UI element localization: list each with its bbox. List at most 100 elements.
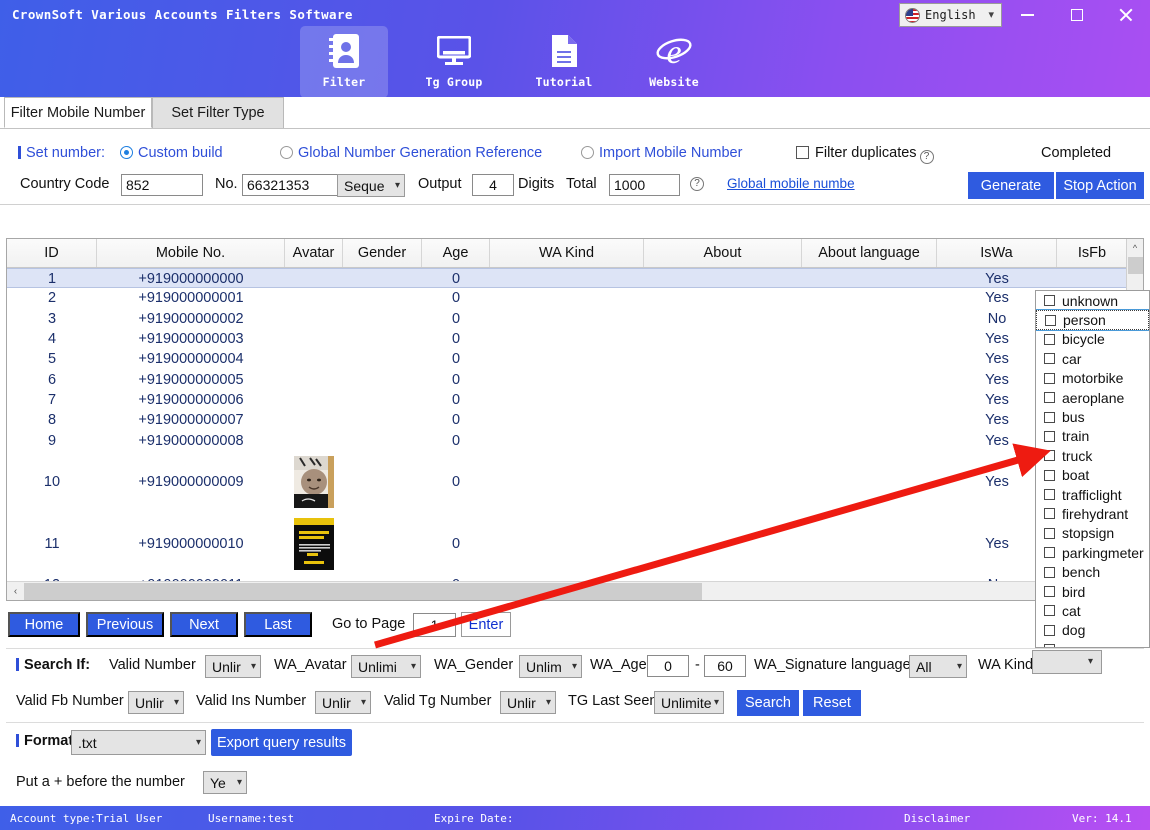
checkbox-icon[interactable] — [1044, 450, 1055, 462]
dropdown-option-train[interactable]: train — [1036, 427, 1149, 446]
wa-gender-select[interactable]: Unlim ▾ — [519, 655, 582, 678]
checkbox-icon[interactable] — [1044, 489, 1055, 501]
total-input[interactable] — [609, 174, 680, 196]
table-row[interactable]: 5 +919000000004 0 Yes — [7, 349, 1128, 369]
checkbox-icon[interactable] — [1044, 392, 1055, 404]
table-row[interactable]: 8 +919000000007 0 Yes — [7, 410, 1128, 430]
scroll-up-icon[interactable]: ^ — [1127, 239, 1143, 256]
country-code-input[interactable] — [121, 174, 203, 196]
dropdown-option-motorbike[interactable]: motorbike — [1036, 369, 1149, 388]
checkbox-icon[interactable] — [1044, 333, 1055, 345]
number-input[interactable] — [242, 174, 348, 196]
table-row[interactable]: 11 +919000000010 0 Yes — [7, 513, 1128, 575]
checkbox-icon[interactable] — [1044, 527, 1055, 539]
column-header-isfb[interactable]: IsFb — [1057, 239, 1128, 267]
dropdown-option-person[interactable]: person — [1036, 309, 1149, 331]
wa-age-max-input[interactable] — [704, 655, 746, 677]
generate-button[interactable]: Generate — [968, 172, 1054, 199]
dropdown-option-bench[interactable]: bench — [1036, 562, 1149, 581]
scroll-thumb[interactable] — [24, 583, 702, 600]
table-row[interactable]: 2 +919000000001 0 Yes — [7, 288, 1128, 308]
last-button[interactable]: Last — [244, 612, 312, 637]
dropdown-option-firehydrant[interactable]: firehydrant — [1036, 504, 1149, 523]
filter-duplicates-checkbox[interactable]: Filter duplicates? — [796, 145, 934, 164]
checkbox-icon[interactable] — [1044, 586, 1055, 598]
column-header-avatar[interactable]: Avatar — [285, 239, 343, 267]
table-row[interactable]: 10 +919000000009 0 Yes — [7, 451, 1128, 513]
dropdown-option-bus[interactable]: bus — [1036, 407, 1149, 426]
valid-number-select[interactable]: Unlir ▾ — [205, 655, 261, 678]
tab-filter-mobile-number[interactable]: Filter Mobile Number — [4, 97, 152, 128]
previous-button[interactable]: Previous — [86, 612, 164, 637]
column-header-about[interactable]: About — [644, 239, 802, 267]
column-header-gender[interactable]: Gender — [343, 239, 422, 267]
checkbox-icon[interactable] — [1044, 372, 1055, 384]
table-row[interactable]: 7 +919000000006 0 Yes — [7, 390, 1128, 410]
tg-last-seen-select[interactable]: Unlimite ▾ — [654, 691, 724, 714]
nav-item-tutorial[interactable]: Tutorial — [520, 26, 608, 98]
output-digits-input[interactable] — [472, 174, 514, 196]
cell-avatar[interactable] — [285, 451, 343, 513]
stop-action-button[interactable]: Stop Action — [1056, 172, 1144, 199]
dropdown-option-partial[interactable] — [1036, 640, 1149, 647]
goto-page-input[interactable] — [413, 613, 456, 637]
dropdown-option-boat[interactable]: boat — [1036, 466, 1149, 485]
checkbox-icon[interactable] — [1044, 411, 1055, 423]
dropdown-option-bird[interactable]: bird — [1036, 582, 1149, 601]
table-row[interactable]: 6 +919000000005 0 Yes — [7, 370, 1128, 390]
dropdown-option-parkingmeter[interactable]: parkingmeter — [1036, 543, 1149, 562]
valid-tg-number-select[interactable]: Unlir ▾ — [500, 691, 556, 714]
wa-age-min-input[interactable] — [647, 655, 689, 677]
scroll-thumb[interactable] — [1128, 257, 1143, 274]
dropdown-option-dog[interactable]: dog — [1036, 621, 1149, 640]
table-row[interactable]: 4 +919000000003 0 Yes — [7, 329, 1128, 349]
column-header-mobile-no[interactable]: Mobile No. — [97, 239, 285, 267]
wa-signature-language-select[interactable]: All ▾ — [909, 655, 967, 678]
home-button[interactable]: Home — [8, 612, 80, 637]
close-button[interactable] — [1101, 0, 1150, 30]
maximize-button[interactable] — [1052, 0, 1101, 30]
language-selector[interactable]: English ▾ — [899, 3, 1002, 27]
tab-set-filter-type[interactable]: Set Filter Type — [152, 97, 284, 128]
radio-global-number-generation-reference[interactable]: Global Number Generation Reference — [280, 145, 542, 161]
column-header-age[interactable]: Age — [422, 239, 490, 267]
valid-ins-number-select[interactable]: Unlir ▾ — [315, 691, 371, 714]
dropdown-option-cat[interactable]: cat — [1036, 601, 1149, 620]
radio-import-mobile-number[interactable]: Import Mobile Number — [581, 145, 742, 161]
checkbox-icon[interactable] — [1044, 644, 1055, 647]
sequence-select[interactable]: Seque ▾ — [337, 174, 405, 197]
scroll-left-icon[interactable]: ‹ — [7, 582, 24, 600]
valid-fb-number-select[interactable]: Unlir ▾ — [128, 691, 184, 714]
radio-custom-build[interactable]: Custom build — [120, 145, 223, 161]
checkbox-icon[interactable] — [1044, 430, 1055, 442]
dropdown-option-aeroplane[interactable]: aeroplane — [1036, 388, 1149, 407]
help-icon[interactable]: ? — [690, 177, 704, 191]
next-button[interactable]: Next — [170, 612, 238, 637]
nav-item-filter[interactable]: Filter — [300, 26, 388, 98]
nav-item-website[interactable]: e Website — [630, 26, 718, 98]
column-header-wa-kind[interactable]: WA Kind — [490, 239, 644, 267]
checkbox-icon[interactable] — [1044, 624, 1055, 636]
checkbox-icon[interactable] — [1044, 605, 1055, 617]
checkbox-icon[interactable] — [1044, 547, 1055, 559]
table-horizontal-scrollbar[interactable]: ‹ — [7, 581, 1128, 600]
checkbox-icon[interactable] — [1044, 353, 1055, 365]
dropdown-option-bicycle[interactable]: bicycle — [1036, 330, 1149, 349]
reset-button[interactable]: Reset — [803, 690, 861, 716]
search-button[interactable]: Search — [737, 690, 799, 716]
table-row[interactable]: 9 +919000000008 0 Yes — [7, 430, 1128, 450]
checkbox-icon[interactable] — [1045, 314, 1056, 326]
wa-avatar-select[interactable]: Unlimi ▾ — [351, 655, 421, 678]
checkbox-icon[interactable] — [1044, 469, 1055, 481]
checkbox-icon[interactable] — [1044, 295, 1055, 307]
plus-prefix-select[interactable]: Ye ▾ — [203, 771, 247, 794]
column-header-about-language[interactable]: About language — [802, 239, 937, 267]
wa-kind-dropdown-list[interactable]: unknown person bicycle car motorbike aeroplan… — [1035, 290, 1150, 648]
column-header-iswa[interactable]: IsWa — [937, 239, 1057, 267]
dropdown-option-unknown[interactable]: unknown — [1036, 291, 1149, 310]
cell-avatar[interactable] — [285, 513, 343, 575]
column-header-id[interactable]: ID — [7, 239, 97, 267]
wa-kind-select[interactable]: ▾ — [1032, 650, 1102, 674]
export-query-results-button[interactable]: Export query results — [211, 729, 352, 756]
format-select[interactable]: .txt ▾ — [71, 730, 206, 755]
